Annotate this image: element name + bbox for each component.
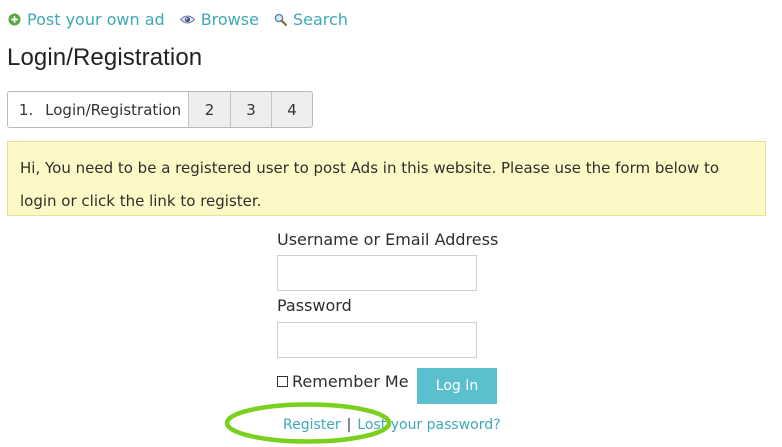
password-input[interactable]	[277, 322, 477, 358]
username-input[interactable]	[277, 255, 477, 291]
page-title: Login/Registration	[7, 44, 203, 71]
browse-label: Browse	[200, 9, 259, 29]
step-tab-2[interactable]: 2	[188, 92, 230, 127]
step-number: 1.	[18, 100, 34, 119]
password-label: Password	[277, 296, 352, 315]
lost-password-link[interactable]: Lost your password?	[357, 417, 500, 433]
login-button[interactable]: Log In	[417, 368, 497, 404]
notice-message: Hi, You need to be a registered user to …	[7, 141, 766, 216]
remember-me[interactable]: Remember Me	[277, 372, 409, 391]
step-tab-3[interactable]: 3	[230, 92, 271, 127]
link-separator: |	[346, 417, 352, 433]
search-label: Search	[292, 9, 348, 29]
post-ad-label: Post your own ad	[27, 9, 165, 29]
remember-me-checkbox[interactable]	[277, 376, 288, 387]
top-navigation: Post your own ad Browse Search	[8, 8, 363, 30]
step-tab-4[interactable]: 4	[271, 92, 312, 127]
plus-circle-icon	[8, 13, 21, 26]
remember-me-label: Remember Me	[292, 372, 409, 391]
eye-icon	[179, 13, 195, 26]
step-label: Login/Registration	[45, 100, 182, 119]
search-link[interactable]: Search	[274, 10, 348, 29]
register-link[interactable]: Register	[283, 417, 341, 433]
step-tab-1[interactable]: 1. Login/Registration	[8, 92, 188, 127]
magnifier-icon	[274, 13, 287, 26]
post-ad-link[interactable]: Post your own ad	[8, 10, 165, 29]
step-tabs: 1. Login/Registration 2 3 4	[7, 91, 313, 128]
account-links: Register | Lost your password?	[283, 417, 501, 433]
username-label: Username or Email Address	[277, 230, 499, 249]
browse-link[interactable]: Browse	[179, 9, 259, 29]
